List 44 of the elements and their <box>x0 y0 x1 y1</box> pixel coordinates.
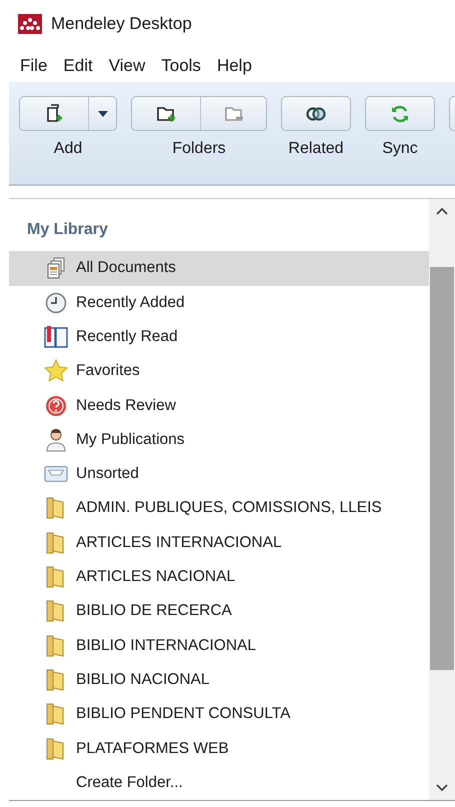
library-item[interactable]: BIBLIO NACIONAL <box>9 662 429 698</box>
documents-icon <box>46 257 66 280</box>
library-item[interactable]: ARTICLES INTERNACIONAL <box>9 526 429 560</box>
menu-item[interactable]: Help <box>208 56 260 76</box>
library-item[interactable]: Unsorted <box>9 457 429 492</box>
overlapping-circles-icon <box>306 106 326 121</box>
menu-item[interactable]: Edit <box>55 56 101 76</box>
scrollbar-thumb[interactable] <box>430 267 454 670</box>
library-item[interactable]: BIBLIO DE RECERCA <box>9 594 429 629</box>
library-item[interactable]: PLATAFORMES WEB <box>9 731 429 766</box>
person-icon <box>45 428 67 452</box>
toolbar-label: Folders <box>172 140 226 158</box>
scroll-down-icon[interactable] <box>436 784 448 792</box>
caret-icon <box>98 110 108 117</box>
window-title: Mendeley Desktop <box>51 14 192 34</box>
library-item[interactable]: My Publications <box>9 422 429 458</box>
library-item[interactable]: BIBLIO INTERNACIONAL <box>9 628 429 663</box>
sync-icon <box>390 104 410 124</box>
library-item[interactable]: Favorites <box>9 354 429 388</box>
menu-item[interactable]: View <box>100 56 154 76</box>
book-icon <box>44 324 68 349</box>
remove-folder-icon <box>224 104 244 123</box>
help-icon <box>45 394 67 417</box>
toolbar-label: Add <box>54 140 82 158</box>
library-item[interactable]: ARTICLES NACIONAL <box>9 560 429 594</box>
library-item[interactable]: Needs Review <box>9 388 429 423</box>
inbox-icon <box>44 464 68 484</box>
add-document-icon <box>45 104 63 124</box>
library-item[interactable]: All Documents <box>9 251 429 286</box>
library-item[interactable]: Recently Read <box>9 320 429 354</box>
clock-icon <box>45 292 67 314</box>
section-heading: My Library <box>26 221 109 240</box>
menu-item[interactable]: Tools <box>153 56 209 76</box>
toolbar-label: Related <box>288 140 344 158</box>
scroll-up-icon[interactable] <box>436 207 448 216</box>
menu-item[interactable]: File <box>12 56 56 76</box>
library-item[interactable]: Create Folder... <box>9 766 429 800</box>
library-item[interactable]: ADMIN. PUBLIQUES, COMISSIONS, LLEIS <box>9 491 429 526</box>
library-item[interactable]: Recently Added <box>9 286 429 320</box>
toolbar-label: Sync <box>382 140 418 158</box>
app-logo-icon <box>18 14 42 34</box>
star-icon <box>44 359 68 384</box>
library-item[interactable]: BIBLIO PENDENT CONSULTA <box>9 697 429 732</box>
add-folder-icon <box>156 104 176 123</box>
